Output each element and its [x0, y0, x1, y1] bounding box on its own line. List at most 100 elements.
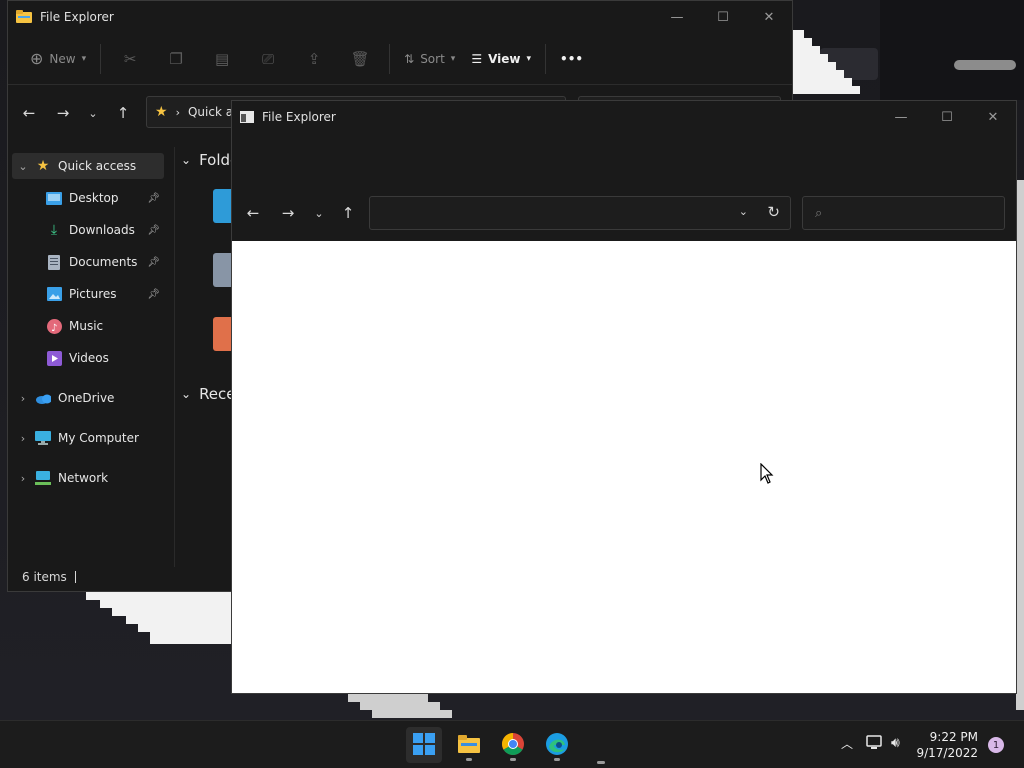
clock-date: 9/17/2022	[916, 746, 978, 760]
minimize-button[interactable]: —	[654, 1, 700, 33]
new-label: New	[49, 51, 76, 66]
desktop-artifact	[150, 632, 232, 644]
sidebar-item-pictures[interactable]: Pictures 📌︎	[46, 281, 164, 307]
maximize-button[interactable]: ☐	[700, 1, 746, 33]
share-button[interactable]: ⇪	[299, 42, 329, 76]
desktop-artifact	[792, 70, 844, 78]
more-options-button[interactable]: •••	[552, 42, 591, 76]
sidebar-item-music[interactable]: ♪ Music	[46, 313, 164, 339]
notification-badge[interactable]: 1	[988, 737, 1004, 753]
search-box[interactable]: ⌕	[802, 196, 1005, 230]
title-bar[interactable]: File Explorer — ☐ ✕	[8, 1, 792, 33]
forward-button[interactable]: →	[48, 98, 78, 128]
sidebar-item-label: OneDrive	[58, 391, 115, 405]
taskbar-edge[interactable]	[539, 727, 575, 763]
divider	[545, 43, 547, 74]
download-icon: ⤓	[50, 222, 58, 238]
chevron-down-icon: ▾	[526, 53, 532, 64]
chevron-right-icon: ›	[20, 431, 26, 445]
chevron-right-icon: ›	[20, 471, 26, 485]
running-indicator	[554, 758, 560, 761]
volume-icon[interactable]: 🔊︎	[891, 735, 900, 751]
desktop-artifact	[792, 46, 820, 54]
copy-button[interactable]: ❐	[161, 42, 191, 76]
search-icon: ⌕	[815, 205, 823, 221]
sidebar-item-network[interactable]: › Network	[18, 465, 164, 491]
arrow-left-icon: ←	[22, 104, 36, 122]
show-hidden-icons-icon[interactable]: ︿	[841, 735, 853, 752]
minimize-button[interactable]: —	[878, 101, 924, 133]
sort-button[interactable]: ⇅ Sort ▾	[396, 42, 463, 76]
desktop-artifact	[138, 624, 232, 632]
system-clock[interactable]: 9:22 PM 9/17/2022	[916, 729, 978, 761]
sidebar-item-label: Videos	[69, 351, 109, 365]
new-button[interactable]: ⊕ New ▾	[22, 42, 94, 76]
breadcrumb-separator: ›	[175, 105, 180, 119]
back-button[interactable]: ←	[14, 98, 44, 128]
desktop-artifact	[126, 616, 232, 624]
desktop-scroll-pill	[954, 60, 1016, 70]
paste-button[interactable]: ▤	[207, 42, 237, 76]
maximize-button[interactable]: ☐	[924, 101, 970, 133]
running-indicator	[466, 758, 472, 761]
rename-icon: ⎚	[262, 49, 275, 68]
computer-icon	[35, 430, 51, 446]
up-button[interactable]: ↑	[108, 98, 138, 128]
sidebar-item-my-computer[interactable]: › My Computer	[18, 425, 164, 451]
arrow-up-icon: ↑	[341, 204, 355, 222]
sidebar-item-desktop[interactable]: Desktop 📌︎	[46, 185, 164, 211]
recent-locations-button[interactable]: ⌄	[78, 98, 108, 128]
divider	[100, 43, 102, 74]
back-button[interactable]: ←	[238, 198, 268, 228]
close-button[interactable]: ✕	[970, 101, 1016, 133]
sidebar-item-videos[interactable]: Videos	[46, 345, 164, 371]
window-title: File Explorer	[262, 110, 336, 124]
star-icon: ★	[155, 104, 168, 120]
desktop-artifact	[792, 86, 860, 94]
desktop-artifact	[360, 702, 440, 710]
rename-button[interactable]: ⎚	[253, 42, 283, 76]
item-count: 6 items	[22, 570, 67, 584]
delete-button[interactable]: 🗑︎	[345, 42, 375, 76]
pin-icon: 📌︎	[147, 256, 160, 268]
pin-icon: 📌︎	[147, 192, 160, 204]
desktop-artifact	[792, 30, 804, 38]
up-button[interactable]: ↑	[333, 198, 363, 228]
taskbar-file-explorer[interactable]	[451, 727, 487, 763]
minimize-icon: —	[670, 9, 684, 25]
sidebar-item-documents[interactable]: Documents 📌︎	[46, 249, 164, 275]
refresh-icon[interactable]: ↻	[767, 203, 780, 221]
recent-locations-button[interactable]: ⌄	[304, 198, 334, 228]
taskbar-chrome[interactable]	[495, 727, 531, 763]
sidebar-item-quick-access[interactable]: ⌄ ★ Quick access	[12, 153, 164, 179]
sidebar-item-label: Music	[69, 319, 104, 333]
forward-button[interactable]: →	[273, 198, 303, 228]
arrow-right-icon: →	[56, 104, 70, 122]
desktop-artifact	[86, 592, 232, 600]
desktop-artifact	[1016, 180, 1024, 710]
close-button[interactable]: ✕	[746, 1, 792, 33]
close-icon: ✕	[763, 9, 775, 25]
title-bar[interactable]: File Explorer — ☐ ✕	[232, 101, 1016, 133]
network-status-icon[interactable]	[866, 735, 884, 755]
file-explorer-icon	[458, 734, 480, 756]
mouse-cursor-icon	[760, 462, 774, 488]
sidebar-item-downloads[interactable]: ⤓ Downloads 📌︎	[46, 217, 164, 243]
content-area[interactable]	[232, 241, 1016, 693]
sidebar-item-onedrive[interactable]: › OneDrive	[18, 385, 164, 411]
sidebar-item-label: Quick access	[58, 159, 137, 173]
arrow-right-icon: →	[281, 204, 295, 222]
chevron-down-icon: ⌄	[314, 206, 324, 220]
desktop-artifact	[792, 54, 828, 62]
folder-icon	[16, 10, 32, 24]
view-button[interactable]: ☰ View ▾	[463, 42, 539, 76]
chevron-down-icon: ▾	[450, 53, 456, 64]
close-icon: ✕	[987, 109, 999, 125]
chevron-down-icon: ▾	[81, 53, 87, 64]
cut-button[interactable]: ✂	[115, 42, 145, 76]
more-icon: •••	[560, 51, 584, 66]
address-bar[interactable]: ⌄ ↻	[369, 196, 791, 230]
start-button[interactable]	[406, 727, 442, 763]
desktop-artifact	[372, 710, 452, 718]
clock-time: 9:22 PM	[929, 730, 978, 744]
